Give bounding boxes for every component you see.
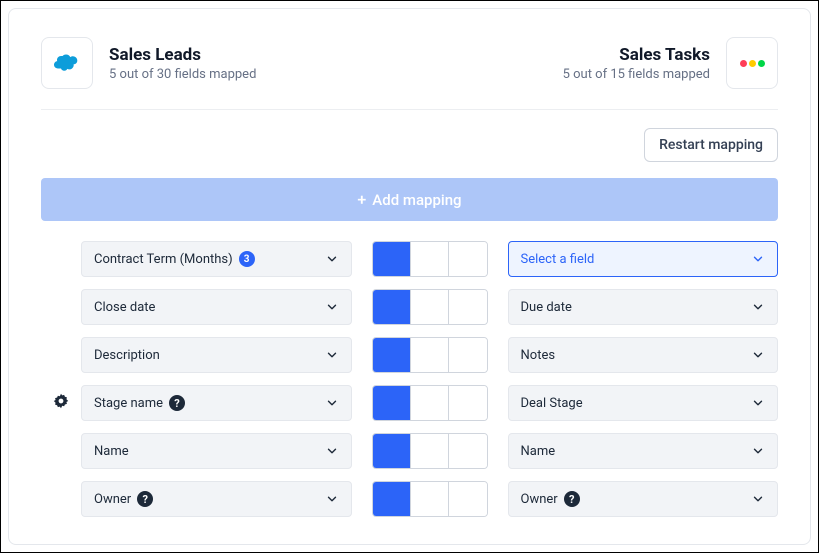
direction-toggle bbox=[372, 481, 488, 517]
monday-icon bbox=[740, 60, 765, 67]
direction-left-button[interactable] bbox=[449, 482, 487, 516]
salesforce-icon bbox=[52, 50, 82, 76]
direction-right-button[interactable] bbox=[373, 242, 411, 276]
direction-left-button[interactable] bbox=[449, 242, 487, 276]
chevron-down-icon bbox=[751, 396, 765, 410]
target-title: Sales Tasks bbox=[563, 45, 710, 65]
add-mapping-label: Add mapping bbox=[372, 191, 461, 209]
source-field-select[interactable]: Contract Term (Months) 3 bbox=[81, 241, 352, 277]
direction-both-button[interactable] bbox=[411, 386, 449, 420]
source-field-select[interactable]: Name bbox=[81, 433, 352, 469]
field-label: Owner bbox=[521, 492, 558, 507]
restart-mapping-button[interactable]: Restart mapping bbox=[644, 128, 778, 162]
field-label: Name bbox=[521, 444, 556, 459]
direction-left-button[interactable] bbox=[449, 290, 487, 324]
help-badge: ? bbox=[137, 491, 153, 507]
chevron-down-icon bbox=[751, 492, 765, 506]
gear-icon[interactable] bbox=[53, 393, 69, 413]
direction-left-button[interactable] bbox=[449, 386, 487, 420]
chevron-down-icon bbox=[751, 252, 765, 266]
toolbar: Restart mapping bbox=[41, 110, 778, 178]
field-label: Due date bbox=[521, 300, 572, 315]
help-badge: ? bbox=[564, 491, 580, 507]
mapping-rows: Contract Term (Months) 3 Select a field C… bbox=[41, 241, 778, 517]
target-logo-box bbox=[726, 37, 778, 89]
direction-both-button[interactable] bbox=[411, 338, 449, 372]
target-header: Sales Tasks 5 out of 15 fields mapped bbox=[563, 37, 778, 89]
field-label: Description bbox=[94, 348, 160, 363]
field-label: Name bbox=[94, 444, 129, 459]
row-gutter bbox=[41, 393, 81, 413]
plus-icon: + bbox=[357, 190, 366, 209]
direction-toggle bbox=[372, 241, 488, 277]
chevron-down-icon bbox=[751, 300, 765, 314]
source-field-select[interactable]: Stage name? bbox=[81, 385, 352, 421]
help-badge: ? bbox=[169, 395, 185, 411]
direction-left-button[interactable] bbox=[449, 338, 487, 372]
mapping-row: Contract Term (Months) 3 Select a field bbox=[41, 241, 778, 277]
target-field-select[interactable]: Select a field bbox=[508, 241, 779, 277]
direction-toggle bbox=[372, 385, 488, 421]
mapping-row: Owner? Owner? bbox=[41, 481, 778, 517]
header: Sales Leads 5 out of 30 fields mapped Sa… bbox=[41, 37, 778, 110]
chevron-down-icon bbox=[325, 396, 339, 410]
source-header: Sales Leads 5 out of 30 fields mapped bbox=[41, 37, 256, 89]
direction-both-button[interactable] bbox=[411, 242, 449, 276]
direction-both-button[interactable] bbox=[411, 290, 449, 324]
mapping-row: Stage name? Deal Stage bbox=[41, 385, 778, 421]
select-placeholder-label: Select a field bbox=[521, 252, 595, 267]
direction-both-button[interactable] bbox=[411, 434, 449, 468]
direction-toggle bbox=[372, 433, 488, 469]
chevron-down-icon bbox=[325, 300, 339, 314]
field-label: Close date bbox=[94, 300, 155, 315]
mapping-row: Description Notes bbox=[41, 337, 778, 373]
chevron-down-icon bbox=[325, 444, 339, 458]
source-logo-box bbox=[41, 37, 93, 89]
chevron-down-icon bbox=[325, 348, 339, 362]
direction-right-button[interactable] bbox=[373, 338, 411, 372]
direction-right-button[interactable] bbox=[373, 434, 411, 468]
source-subtitle: 5 out of 30 fields mapped bbox=[109, 67, 256, 82]
mapping-row: Name Name bbox=[41, 433, 778, 469]
field-label: Stage name bbox=[94, 396, 163, 411]
direction-both-button[interactable] bbox=[411, 482, 449, 516]
direction-right-button[interactable] bbox=[373, 482, 411, 516]
target-field-select[interactable]: Due date bbox=[508, 289, 779, 325]
direction-right-button[interactable] bbox=[373, 386, 411, 420]
chevron-down-icon bbox=[325, 252, 339, 266]
chevron-down-icon bbox=[325, 492, 339, 506]
target-subtitle: 5 out of 15 fields mapped bbox=[563, 67, 710, 82]
target-field-select[interactable]: Deal Stage bbox=[508, 385, 779, 421]
mapping-row: Close date Due date bbox=[41, 289, 778, 325]
count-badge: 3 bbox=[239, 251, 255, 267]
target-field-select[interactable]: Name bbox=[508, 433, 779, 469]
direction-toggle bbox=[372, 289, 488, 325]
source-field-select[interactable]: Description bbox=[81, 337, 352, 373]
chevron-down-icon bbox=[751, 444, 765, 458]
source-field-select[interactable]: Owner? bbox=[81, 481, 352, 517]
source-title: Sales Leads bbox=[109, 45, 256, 65]
field-label: Notes bbox=[521, 348, 556, 363]
field-label: Owner bbox=[94, 492, 131, 507]
source-field-select[interactable]: Close date bbox=[81, 289, 352, 325]
direction-toggle bbox=[372, 337, 488, 373]
direction-left-button[interactable] bbox=[449, 434, 487, 468]
target-field-select[interactable]: Owner? bbox=[508, 481, 779, 517]
mapping-card: Sales Leads 5 out of 30 fields mapped Sa… bbox=[8, 8, 811, 545]
field-label: Deal Stage bbox=[521, 396, 583, 411]
direction-right-button[interactable] bbox=[373, 290, 411, 324]
chevron-down-icon bbox=[751, 348, 765, 362]
field-label: Contract Term (Months) bbox=[94, 252, 233, 267]
target-field-select[interactable]: Notes bbox=[508, 337, 779, 373]
add-mapping-button[interactable]: + Add mapping bbox=[41, 178, 778, 221]
